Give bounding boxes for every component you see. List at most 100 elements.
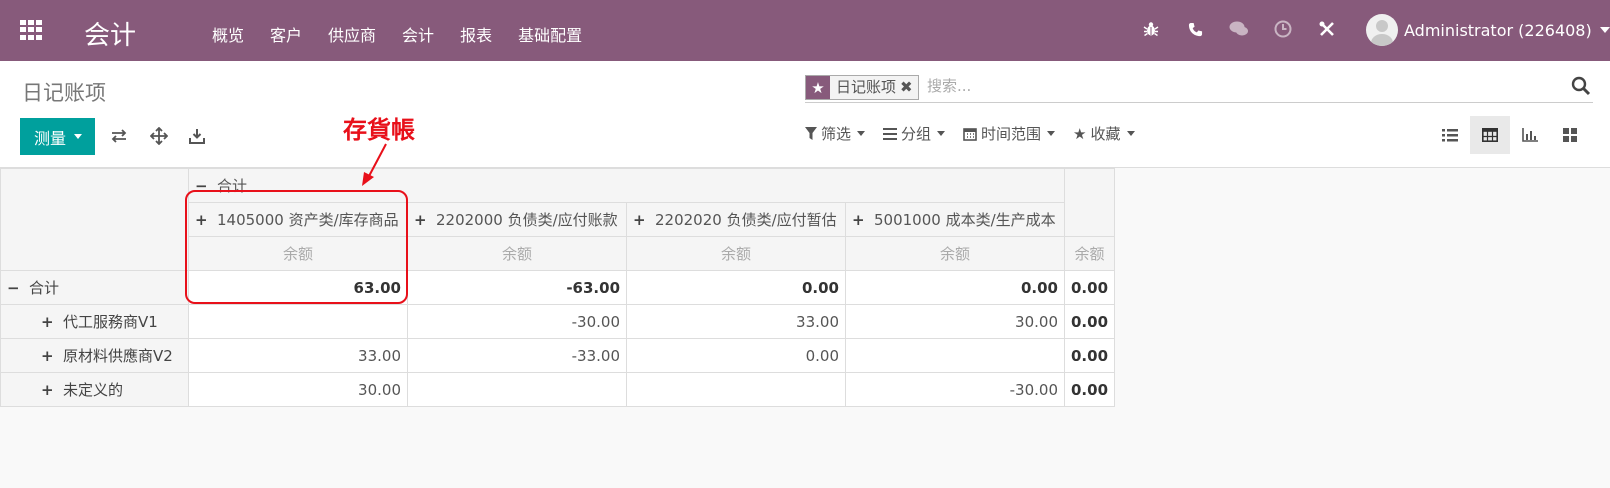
measure-header[interactable]: 余额 — [626, 236, 846, 271]
filter-label: 筛选 — [821, 125, 852, 143]
col-header-label: 2202000 负债类/应付账款 — [436, 211, 618, 229]
pivot-cell[interactable]: 0.00 — [626, 338, 846, 373]
pivot-cell[interactable]: -30.00 — [845, 372, 1065, 407]
menu-item-customers[interactable]: 客户 — [270, 22, 302, 46]
pivot-corner-right — [1063, 168, 1116, 237]
table-row-total: − 合计 63.00 -63.00 0.00 0.00 0.00 — [0, 270, 1116, 305]
control-panel: 日记账项 ★ 日记账项 ✖ 测量 筛选 分组 — [0, 61, 1610, 168]
pivot-cell-total[interactable]: 0.00 — [1063, 338, 1116, 373]
dashboard-view-icon[interactable] — [1550, 116, 1590, 154]
pivot-cell[interactable]: 33.00 — [626, 304, 846, 339]
pivot-corner — [0, 168, 189, 271]
pivot-cell[interactable]: -33.00 — [407, 338, 627, 373]
pivot-cell[interactable]: -63.00 — [407, 270, 627, 305]
pivot-cell-total[interactable]: 0.00 — [1063, 304, 1116, 339]
minus-icon: − — [7, 279, 20, 297]
star-icon: ★ — [1073, 124, 1087, 143]
list-view-icon[interactable] — [1430, 116, 1470, 154]
row-header-label: 代工服務商V1 — [63, 313, 158, 331]
row-header[interactable]: + 未定义的 — [0, 372, 189, 407]
list-bars-icon — [883, 127, 898, 140]
view-switcher — [1430, 116, 1590, 154]
plus-icon: + — [633, 211, 646, 229]
plus-icon: + — [852, 211, 865, 229]
download-icon[interactable] — [186, 125, 208, 147]
apps-grid-icon[interactable] — [20, 20, 44, 40]
bug-icon[interactable] — [1140, 18, 1162, 40]
clock-icon[interactable] — [1272, 18, 1294, 40]
breadcrumb: 日记账项 — [22, 81, 106, 105]
chevron-down-icon — [74, 134, 83, 139]
pivot-cell[interactable] — [407, 372, 627, 407]
calendar-icon — [963, 127, 977, 141]
row-header-total[interactable]: − 合计 — [0, 270, 189, 305]
search-input[interactable] — [927, 77, 1547, 95]
graph-view-icon[interactable] — [1510, 116, 1550, 154]
chevron-down-icon — [1599, 27, 1610, 33]
systray — [1140, 18, 1360, 40]
menu-item-accounting[interactable]: 会计 — [402, 22, 434, 46]
col-header-account[interactable]: +2202020 负债类/应付暂估 — [626, 202, 846, 237]
chevron-down-icon — [857, 131, 866, 136]
main-menu: 概览 客户 供应商 会计 报表 基础配置 — [212, 22, 608, 46]
search-bar: ★ 日记账项 ✖ — [805, 73, 1593, 103]
measure-header[interactable]: 余额 — [845, 236, 1065, 271]
chat-icon[interactable] — [1228, 18, 1250, 40]
row-header[interactable]: + 原材料供應商V2 — [0, 338, 189, 373]
search-options: 筛选 分组 时间范围 ★ 收藏 — [805, 123, 1153, 144]
star-icon: ★ — [806, 76, 830, 99]
pivot-cell[interactable]: 33.00 — [188, 338, 408, 373]
filter-dropdown[interactable]: 筛选 — [805, 123, 866, 144]
favorites-label: 收藏 — [1090, 125, 1121, 143]
groupby-dropdown[interactable]: 分组 — [883, 123, 946, 144]
row-header[interactable]: + 代工服務商V1 — [0, 304, 189, 339]
funnel-icon — [805, 127, 817, 140]
app-brand[interactable]: 会计 — [84, 15, 136, 52]
search-facet: ★ 日记账项 ✖ — [805, 75, 919, 100]
plus-icon: + — [41, 313, 54, 331]
groupby-label: 分组 — [901, 125, 932, 143]
menu-item-overview[interactable]: 概览 — [212, 22, 244, 46]
row-header-label: 原材料供應商V2 — [63, 347, 173, 365]
measure-header-total[interactable]: 余额 — [1063, 236, 1116, 271]
favorites-dropdown[interactable]: ★ 收藏 — [1073, 123, 1135, 144]
time-range-dropdown[interactable]: 时间范围 — [963, 123, 1056, 144]
chevron-down-icon — [1047, 131, 1056, 136]
pivot-cell[interactable]: 0.00 — [626, 270, 846, 305]
expand-all-icon[interactable] — [148, 125, 170, 147]
menu-item-configuration[interactable]: 基础配置 — [518, 22, 582, 46]
annotation-arrow — [362, 143, 387, 186]
pivot-cell[interactable]: 0.00 — [845, 270, 1065, 305]
pivot-cell-total[interactable]: 0.00 — [1063, 372, 1116, 407]
measure-label: 测量 — [34, 128, 67, 148]
user-menu[interactable]: Administrator (226408) — [1366, 14, 1610, 46]
pivot-cell[interactable]: 30.00 — [188, 372, 408, 407]
measure-header[interactable]: 余额 — [407, 236, 627, 271]
menu-item-vendors[interactable]: 供应商 — [328, 22, 376, 46]
annotation-highlight-box — [185, 190, 408, 304]
pivot-cell[interactable] — [188, 304, 408, 339]
measure-button[interactable]: 测量 — [20, 118, 95, 155]
search-icon[interactable] — [1571, 76, 1593, 98]
phone-icon[interactable] — [1184, 18, 1206, 40]
row-header-label: 未定义的 — [63, 381, 124, 399]
pivot-cell[interactable]: -30.00 — [407, 304, 627, 339]
menu-item-reports[interactable]: 报表 — [460, 22, 492, 46]
annotation-label: 存貨帳 — [343, 115, 415, 144]
table-row: + 原材料供應商V2 33.00 -33.00 0.00 0.00 — [0, 338, 1116, 373]
tools-icon[interactable] — [1316, 18, 1338, 40]
facet-close-icon[interactable]: ✖ — [900, 76, 918, 99]
avatar — [1366, 14, 1398, 46]
col-header-account[interactable]: +5001000 成本类/生产成本 — [845, 202, 1065, 237]
pivot-cell[interactable] — [845, 338, 1065, 373]
chevron-down-icon — [937, 131, 946, 136]
flip-axis-icon[interactable] — [108, 125, 130, 147]
col-header-account[interactable]: +2202000 负债类/应付账款 — [407, 202, 627, 237]
pivot-view-icon[interactable] — [1470, 116, 1510, 154]
pivot-cell[interactable]: 30.00 — [845, 304, 1065, 339]
pivot-cell-total[interactable]: 0.00 — [1063, 270, 1116, 305]
table-row: + 未定义的 30.00 -30.00 0.00 — [0, 372, 1116, 407]
chevron-down-icon — [1126, 131, 1135, 136]
pivot-cell[interactable] — [626, 372, 846, 407]
plus-icon: + — [41, 347, 54, 365]
